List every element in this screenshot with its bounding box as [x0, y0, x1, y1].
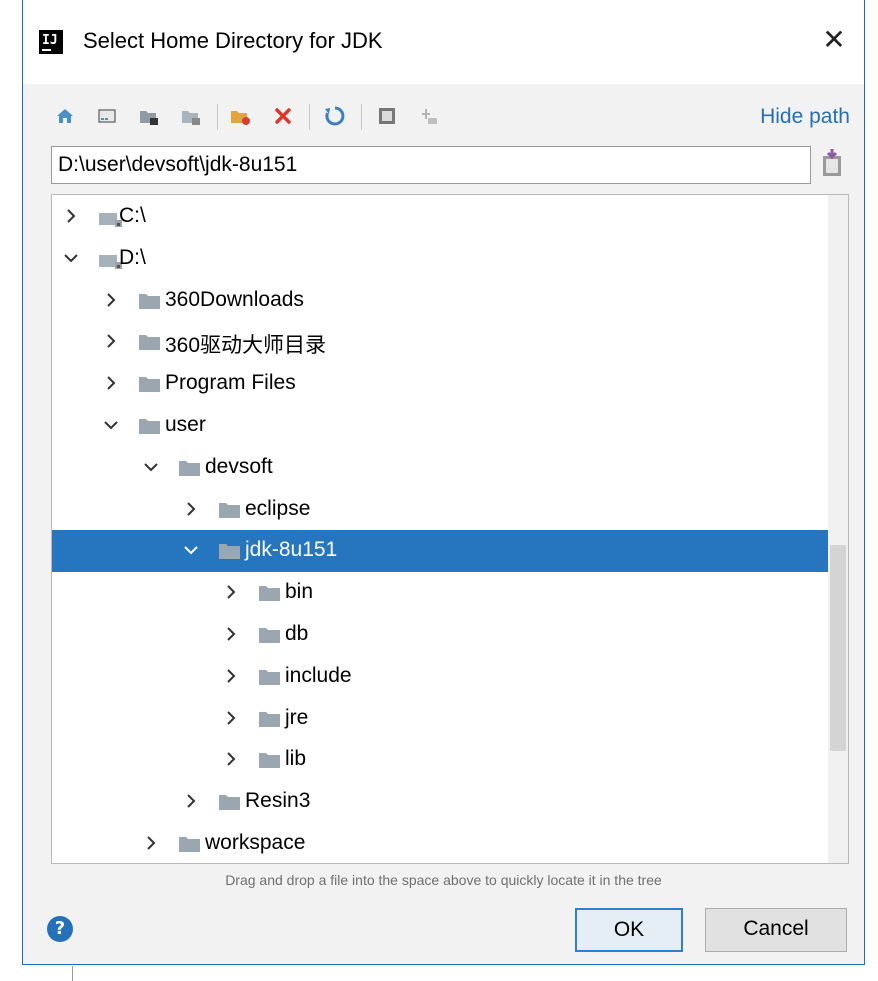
show-hidden-icon[interactable] — [373, 102, 401, 130]
chevron-down-icon[interactable] — [182, 541, 200, 559]
toolbar-separator — [361, 104, 362, 130]
chevron-right-icon[interactable] — [182, 792, 200, 810]
cancel-button[interactable]: Cancel — [705, 908, 847, 952]
tree-row[interactable]: C:\ — [52, 196, 828, 238]
folder-icon — [218, 793, 242, 811]
new-folder-icon[interactable] — [227, 102, 255, 130]
folder-icon — [138, 375, 162, 393]
chevron-right-icon[interactable] — [222, 750, 240, 768]
tree-row[interactable]: D:\ — [52, 238, 828, 280]
toolbar: Hide path — [23, 96, 864, 136]
path-history-icon[interactable] — [819, 148, 845, 180]
chevron-right-icon[interactable] — [222, 625, 240, 643]
tree-row-label: db — [285, 622, 309, 645]
folder-icon — [138, 292, 162, 310]
tree-row[interactable]: jdk-8u151 — [52, 530, 828, 573]
folder-icon — [258, 751, 282, 769]
folder-icon — [258, 584, 282, 602]
intellij-logo-icon: IJ — [39, 30, 63, 54]
chevron-right-icon[interactable] — [222, 667, 240, 685]
tree-scrollbar[interactable] — [828, 195, 848, 863]
tree-row-label: Resin3 — [245, 789, 311, 813]
folder-icon — [178, 835, 202, 853]
chevron-down-icon[interactable] — [102, 416, 120, 434]
help-button[interactable]: ? — [47, 916, 73, 942]
select-jdk-dialog: IJ Select Home Directory for JDK ✕ Hide … — [22, 0, 865, 965]
chevron-down-icon[interactable] — [62, 249, 80, 267]
close-button[interactable]: ✕ — [818, 24, 850, 56]
screen: IJ Select Home Directory for JDK ✕ Hide … — [0, 0, 878, 981]
tree-row-label: Program Files — [165, 371, 296, 395]
chevron-right-icon[interactable] — [142, 834, 160, 852]
tree-row[interactable]: bin — [52, 572, 828, 614]
tree-row-label: 360驱动大师目录 — [165, 334, 327, 358]
title-bar: IJ Select Home Directory for JDK ✕ — [23, 0, 864, 84]
home-icon[interactable] — [51, 102, 79, 130]
directory-tree[interactable]: workspace Resin3 lib jre include db bin jdk-8u1… — [51, 194, 849, 864]
delete-icon[interactable] — [269, 102, 297, 130]
folder-icon — [138, 417, 162, 435]
tree-row-label: bin — [285, 580, 314, 604]
path-input[interactable]: D:\user\devsoft\jdk-8u151 — [51, 146, 811, 184]
toolbar-separator — [217, 104, 218, 130]
tree-row-label: devsoft — [205, 454, 273, 478]
desktop-icon[interactable] — [93, 102, 121, 130]
ok-button[interactable]: OK — [575, 908, 683, 952]
tree-row-label: jdk-8u151 — [245, 538, 338, 562]
tree-row-label: C:\ — [119, 204, 146, 227]
tree-row[interactable]: 360驱动大师目录 — [52, 321, 828, 363]
tree-row[interactable]: 360Downloads — [52, 280, 828, 322]
project-icon[interactable] — [135, 102, 163, 130]
background-edge — [72, 966, 73, 981]
dialog-title: Select Home Directory for JDK — [83, 28, 383, 53]
folder-icon — [138, 333, 162, 351]
tree-row[interactable]: jre — [52, 698, 828, 740]
tree-row-label: include — [285, 663, 352, 687]
tree-row-label: D:\ — [119, 245, 146, 269]
chevron-right-icon[interactable] — [182, 500, 200, 518]
refresh-icon[interactable] — [321, 102, 349, 130]
toolbar-separator — [309, 104, 310, 130]
tree-row[interactable]: eclipse — [52, 489, 828, 531]
chevron-down-icon[interactable] — [142, 458, 160, 476]
tree-row-label: user — [165, 413, 206, 436]
tree-row-label: workspace — [205, 831, 306, 854]
tree-row-label: jre — [285, 705, 309, 729]
link-icon[interactable] — [415, 102, 443, 130]
module-icon[interactable] — [177, 102, 205, 130]
tree-row[interactable]: user — [52, 405, 828, 447]
chevron-right-icon[interactable] — [62, 207, 80, 225]
tree-row[interactable]: Program Files — [52, 363, 828, 405]
folder-icon — [178, 459, 202, 477]
folder-icon — [258, 626, 282, 644]
chevron-right-icon[interactable] — [222, 583, 240, 601]
folder-icon — [258, 710, 282, 728]
chevron-right-icon[interactable] — [102, 332, 120, 350]
tree-row[interactable]: workspace — [52, 823, 828, 863]
tree-row-label: lib — [285, 747, 307, 771]
tree-row-label: 360Downloads — [165, 287, 304, 311]
tree-row[interactable]: db — [52, 614, 828, 656]
scrollbar-thumb[interactable] — [830, 545, 846, 751]
chevron-right-icon[interactable] — [222, 709, 240, 727]
chevron-right-icon[interactable] — [102, 291, 120, 309]
tree-row[interactable]: lib — [52, 739, 828, 781]
folder-icon — [218, 542, 242, 560]
drag-drop-hint: Drag and drop a file into the space abov… — [225, 872, 662, 888]
tree-row[interactable]: Resin3 — [52, 781, 828, 823]
hide-path-link[interactable]: Hide path — [760, 105, 850, 129]
folder-icon — [258, 668, 282, 686]
tree-row[interactable]: devsoft — [52, 447, 828, 489]
tree-row-label: eclipse — [245, 496, 311, 520]
chevron-right-icon[interactable] — [102, 374, 120, 392]
folder-icon — [218, 501, 242, 519]
tree-row[interactable]: include — [52, 656, 828, 698]
